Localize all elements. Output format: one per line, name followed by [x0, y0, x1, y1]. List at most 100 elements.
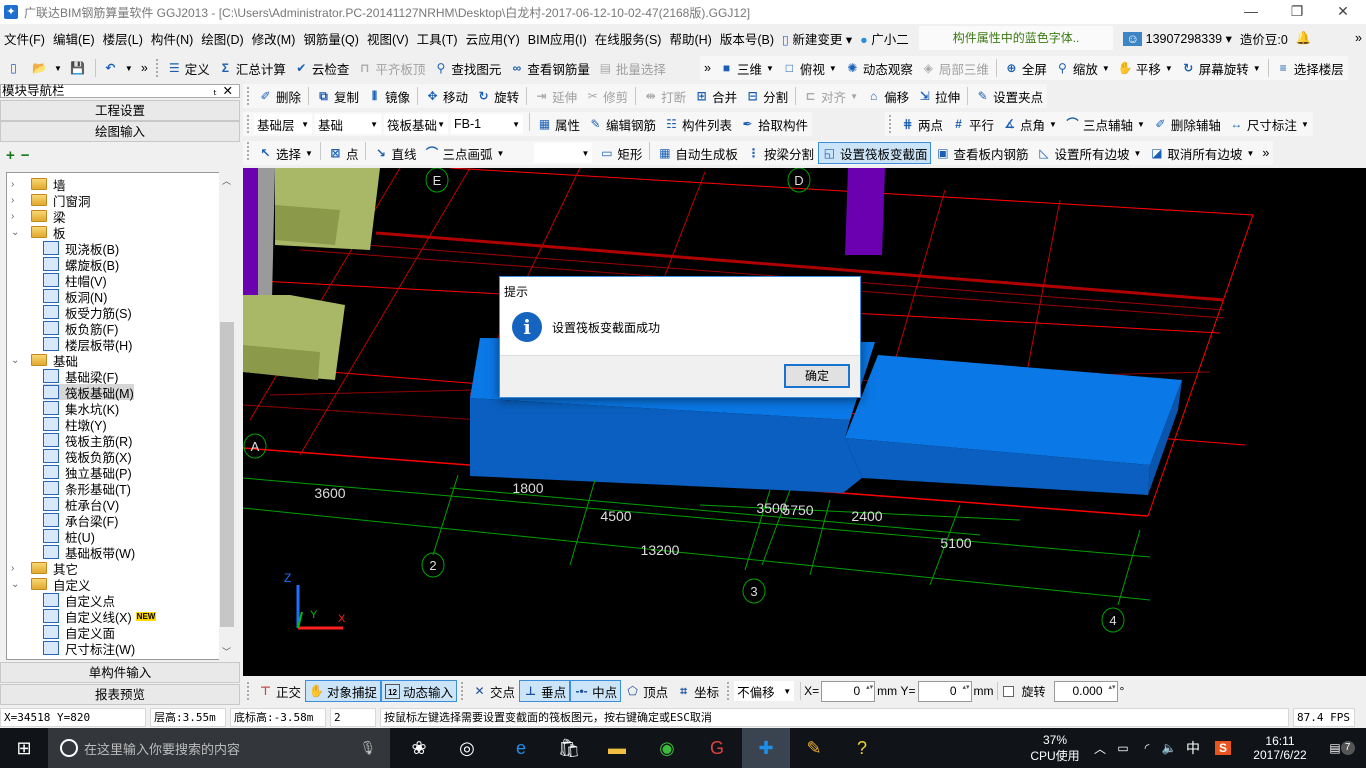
new-change-button[interactable]: ▯ 新建变更 ▾: [778, 29, 856, 48]
align-button[interactable]: ⊏ 对齐 ▼: [799, 85, 862, 107]
single-component-input-button[interactable]: 单构件输入: [0, 662, 240, 683]
drawing-input-button[interactable]: 绘图输入: [0, 121, 240, 142]
point-button[interactable]: ⊠ 点: [324, 142, 363, 164]
chevron-down-icon[interactable]: ▼: [1049, 120, 1057, 129]
top-view-button[interactable]: □ 俯视 ▼: [778, 57, 841, 79]
toolbar-grip[interactable]: [155, 59, 159, 77]
toolbar-grip[interactable]: [889, 115, 892, 133]
report-preview-button[interactable]: 报表预览: [0, 684, 240, 705]
undo-button[interactable]: ↶ ▼: [99, 57, 137, 79]
taskbar-search[interactable]: 在这里输入你要搜索的内容 🎙: [48, 728, 390, 768]
chevron-right-icon[interactable]: ›: [11, 211, 23, 222]
close-button[interactable]: ✕: [1320, 0, 1366, 24]
break-button[interactable]: ⇹ 打断: [639, 85, 690, 107]
midpoint-snap-button[interactable]: -•- 中点: [570, 680, 622, 702]
chevron-down-icon[interactable]: ⌄: [11, 579, 23, 590]
3d-viewport[interactable]: E D A 2 3 4 3600 1800 4500 13200 3500 57…: [243, 168, 1366, 676]
arc-button[interactable]: ⌒ 三点画弧 ▼: [420, 142, 508, 164]
type-select[interactable]: 筏板基础 ▼: [384, 114, 448, 134]
more-button[interactable]: »: [1258, 142, 1273, 164]
new-file-button[interactable]: ▯: [2, 57, 28, 79]
clock[interactable]: 16:11 2017/6/22: [1240, 728, 1320, 768]
ortho-button[interactable]: ⊤ 正交: [254, 680, 305, 702]
more-button[interactable]: »: [700, 57, 715, 79]
menu-tools[interactable]: 工具(T): [413, 29, 462, 48]
task-view-icon[interactable]: ❀: [395, 728, 443, 768]
point-angle-axis-button[interactable]: ∡ 点角 ▼: [998, 113, 1061, 135]
offset-mode-select[interactable]: 不偏移 ▼: [734, 681, 795, 701]
toolbar-grip[interactable]: [727, 682, 730, 700]
collapse-all-icon[interactable]: −: [21, 147, 30, 164]
split-by-beam-button[interactable]: ⋮ 按梁分割: [742, 142, 818, 164]
delete-button[interactable]: ✐ 删除: [254, 85, 305, 107]
intersection-snap-button[interactable]: ✕ 交点: [468, 680, 519, 702]
menu-more-button[interactable]: »: [1351, 31, 1366, 45]
tree-item[interactable]: 尺寸标注(W): [43, 640, 135, 657]
volume-icon[interactable]: 🔈: [1158, 728, 1180, 768]
cancel-all-slopes-button[interactable]: ◪ 取消所有边坡 ▼: [1145, 142, 1258, 164]
edge-icon[interactable]: e: [497, 728, 545, 768]
summary-calc-button[interactable]: Σ 汇总计算: [214, 57, 290, 79]
windows-start-icon[interactable]: ⊞: [0, 728, 48, 768]
expand-all-icon[interactable]: +: [6, 147, 15, 164]
chevron-down-icon[interactable]: ▼: [54, 64, 62, 73]
menu-help[interactable]: 帮助(H): [665, 29, 715, 48]
move-button[interactable]: ✥ 移动: [421, 85, 472, 107]
chevron-down-icon[interactable]: ⌄: [11, 355, 23, 366]
app-icon[interactable]: ◎: [443, 728, 491, 768]
menu-cloud[interactable]: 云应用(Y): [462, 29, 524, 48]
component-select[interactable]: FB-1 ▼: [451, 114, 523, 134]
project-settings-button[interactable]: 工程设置: [0, 100, 240, 121]
dynamic-input-button[interactable]: 12 动态输入: [381, 680, 458, 702]
file-explorer-icon[interactable]: ▬: [593, 728, 641, 768]
y-input[interactable]: 0: [917, 680, 972, 702]
restore-button[interactable]: ❐: [1274, 0, 1320, 24]
open-button[interactable]: 📂 ▼: [28, 57, 66, 79]
chevron-down-icon[interactable]: ▼: [1246, 149, 1254, 158]
chevron-down-icon[interactable]: ▼: [496, 149, 504, 158]
save-button[interactable]: 💾: [66, 57, 92, 79]
extend-button[interactable]: ⇥ 延伸: [530, 85, 581, 107]
component-list-button[interactable]: ☷ 构件列表: [660, 113, 736, 135]
x-input[interactable]: 0: [821, 680, 876, 702]
rotate-checkbox[interactable]: [1002, 685, 1014, 697]
trim-button[interactable]: ✂ 修剪: [581, 85, 632, 107]
close-icon[interactable]: ✕: [223, 85, 233, 98]
menu-component[interactable]: 构件(N): [147, 29, 197, 48]
menu-floor[interactable]: 楼层(L): [99, 29, 147, 48]
coordinate-snap-button[interactable]: ⌗ 坐标: [672, 680, 723, 702]
category-select[interactable]: 基础 ▼: [315, 114, 381, 134]
scroll-up-icon[interactable]: ︿: [222, 174, 231, 187]
select-button[interactable]: ↖ 选择 ▼: [254, 142, 317, 164]
chevron-down-icon[interactable]: ▼: [1165, 64, 1173, 73]
chevron-down-icon[interactable]: ▼: [829, 64, 837, 73]
toolbar-grip[interactable]: [247, 87, 250, 105]
perpendicular-snap-button[interactable]: ⊥ 垂点: [519, 680, 571, 702]
glodon-icon[interactable]: G: [693, 728, 741, 768]
toolbar-grip[interactable]: [247, 682, 250, 700]
line-button[interactable]: ↘ 直线: [369, 142, 420, 164]
chevron-down-icon[interactable]: ▼: [1253, 64, 1261, 73]
offset-button[interactable]: ⌂ 偏移: [862, 85, 913, 107]
rotate-input[interactable]: 0.000: [1053, 680, 1118, 702]
menu-edit[interactable]: 编辑(E): [49, 29, 99, 48]
notification-center[interactable]: ▤ 7: [1322, 728, 1362, 768]
help-app-icon[interactable]: ?: [838, 728, 886, 768]
chevron-right-icon[interactable]: ›: [11, 563, 23, 574]
account-button[interactable]: ☺ 13907298339 ▾: [1119, 31, 1235, 46]
chevron-down-icon[interactable]: ⌄: [11, 227, 23, 238]
copy-button[interactable]: ⧉ 复制: [312, 85, 363, 107]
arc-mode-select[interactable]: ▼: [534, 143, 593, 163]
scrollbar-thumb[interactable]: [220, 322, 234, 627]
ime-indicator[interactable]: 中: [1182, 728, 1204, 768]
menu-modify[interactable]: 修改(M): [248, 29, 300, 48]
set-raft-section-button[interactable]: ◱ 设置筏板变截面: [817, 142, 932, 164]
chevron-down-icon[interactable]: ▼: [1137, 120, 1145, 129]
more-button[interactable]: »: [137, 57, 152, 79]
chevron-up-icon[interactable]: ︿: [1090, 728, 1110, 768]
browser-icon[interactable]: ◉: [643, 728, 691, 768]
menu-online[interactable]: 在线服务(S): [591, 29, 666, 48]
mirror-button[interactable]: ⫴ 镜像: [363, 85, 414, 107]
auto-slab-button[interactable]: ▦ 自动生成板: [653, 142, 742, 164]
3d-button[interactable]: ■ 三维 ▼: [715, 57, 778, 79]
